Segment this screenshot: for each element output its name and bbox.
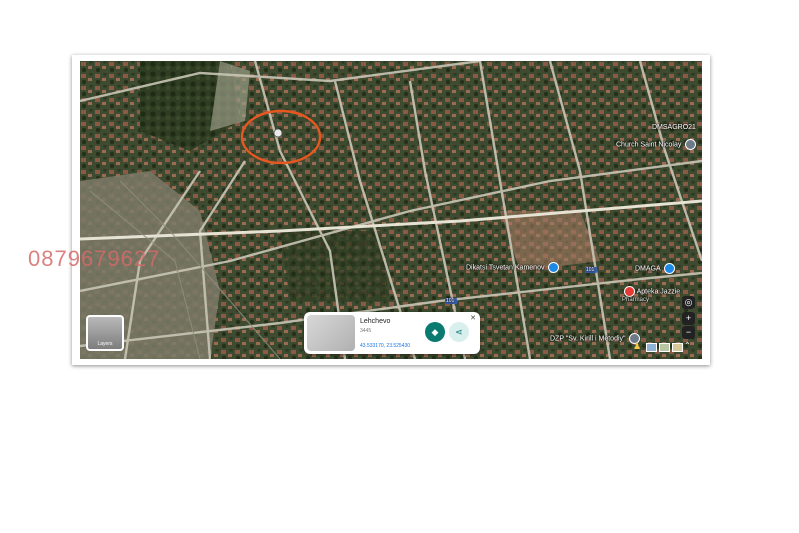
- layer-thumb[interactable]: [646, 343, 657, 352]
- share-icon[interactable]: ⋖: [449, 322, 469, 342]
- road-shield: 101: [586, 267, 595, 273]
- chevron-up-icon[interactable]: ⌃: [684, 341, 691, 350]
- place-name: Lehchevo: [360, 318, 391, 325]
- layer-thumbnails[interactable]: [646, 343, 683, 352]
- shopping-icon: [664, 263, 676, 274]
- poi-pharmacy[interactable]: Apteka Jazzie Pharmacy: [622, 286, 680, 303]
- screenshot-frame: DMSAGRO21 Church Saint Nicolay Dikatsi T…: [72, 55, 710, 365]
- zoom-out-button[interactable]: −: [682, 326, 695, 339]
- poi-dmsagro[interactable]: DMSAGRO21: [652, 124, 696, 131]
- poi-church[interactable]: Church Saint Nicolay: [616, 139, 697, 150]
- poi-store[interactable]: DMAGA: [635, 263, 676, 274]
- place-card[interactable]: Lehchevo 3445 43.533170, 23.525430 ◆ ⋖ ✕: [304, 312, 480, 354]
- layer-thumb[interactable]: [672, 343, 683, 352]
- place-postal-code: 3445: [360, 328, 372, 334]
- place-thumbnail[interactable]: [307, 315, 355, 351]
- poi-school[interactable]: DZP "Sv. Kirill i Metodiy": [550, 333, 641, 344]
- place-coordinates[interactable]: 43.533170, 23.525430: [360, 343, 410, 349]
- church-icon: [685, 139, 697, 150]
- pegman-icon[interactable]: ♟: [633, 341, 641, 352]
- close-icon[interactable]: ✕: [470, 314, 476, 322]
- phone-watermark: 0879679627: [28, 246, 161, 271]
- layers-label: Layers: [97, 341, 113, 347]
- layers-button[interactable]: Layers: [86, 315, 124, 351]
- poi-kindergarten[interactable]: Dikatsi Tsvetan Kamenov: [466, 262, 560, 273]
- zoom-in-button[interactable]: +: [682, 312, 695, 325]
- directions-icon[interactable]: ◆: [425, 322, 445, 342]
- layer-thumb[interactable]: [659, 343, 670, 352]
- road-shield: 101: [446, 298, 455, 304]
- locate-icon[interactable]: ◎: [682, 296, 695, 309]
- satellite-map[interactable]: DMSAGRO21 Church Saint Nicolay Dikatsi T…: [80, 61, 702, 359]
- pharmacy-icon: [624, 286, 635, 297]
- school-icon: [548, 262, 560, 273]
- location-marker: [273, 128, 283, 138]
